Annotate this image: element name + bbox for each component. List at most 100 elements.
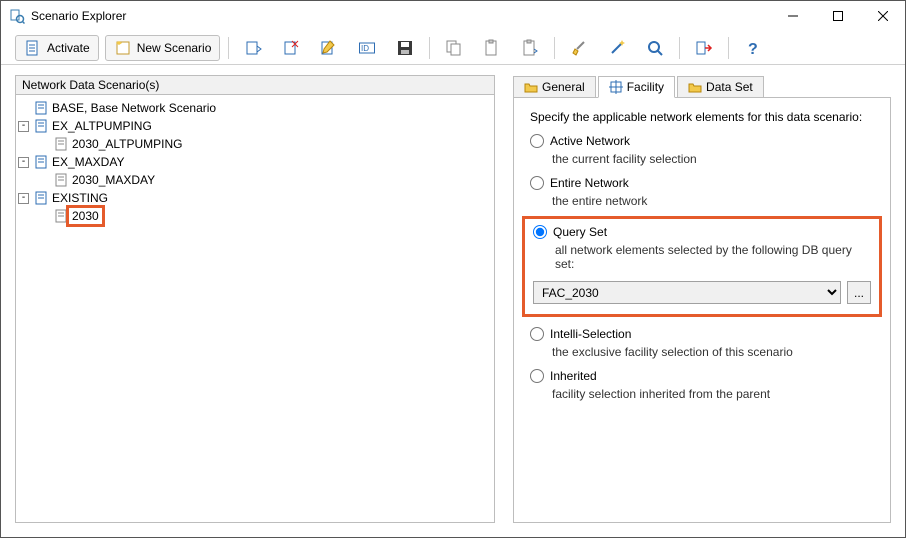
facility-tab-page: Specify the applicable network elements … bbox=[513, 97, 891, 523]
radio-entire-network[interactable]: Entire Network bbox=[530, 176, 874, 190]
toolbar-separator bbox=[228, 37, 229, 59]
maximize-button[interactable] bbox=[815, 1, 860, 31]
activate-icon bbox=[24, 39, 42, 57]
facility-intro: Specify the applicable network elements … bbox=[530, 110, 874, 124]
left-pane: Network Data Scenario(s) BASE, Base Netw… bbox=[15, 75, 495, 523]
radio-inherited[interactable]: Inherited bbox=[530, 369, 874, 383]
wand-button[interactable] bbox=[601, 35, 633, 61]
tree-node-base[interactable]: BASE, Base Network Scenario bbox=[18, 99, 492, 117]
scenario-icon bbox=[54, 137, 68, 151]
minimize-button[interactable] bbox=[770, 1, 815, 31]
save-button[interactable] bbox=[389, 35, 421, 61]
client-area: Network Data Scenario(s) BASE, Base Netw… bbox=[1, 65, 905, 537]
radio-entire-network-desc: the entire network bbox=[552, 194, 874, 208]
svg-text:ID: ID bbox=[361, 44, 369, 53]
app-icon bbox=[9, 8, 25, 24]
edit-button[interactable] bbox=[313, 35, 345, 61]
copy-icon bbox=[445, 39, 463, 57]
delete-icon bbox=[282, 39, 300, 57]
scenario-tree[interactable]: BASE, Base Network Scenario - EX_ALTPUMP… bbox=[15, 95, 495, 523]
radio-inherited-input[interactable] bbox=[530, 369, 544, 383]
search-icon bbox=[646, 39, 664, 57]
id-button[interactable]: ID bbox=[351, 35, 383, 61]
tab-general-label: General bbox=[542, 80, 585, 94]
folder-icon bbox=[524, 81, 538, 93]
brush-icon bbox=[570, 39, 588, 57]
radio-query-set[interactable]: Query Set bbox=[533, 225, 871, 239]
tree-collapse-icon[interactable]: - bbox=[18, 157, 29, 168]
radio-active-network[interactable]: Active Network bbox=[530, 134, 874, 148]
scenario-icon bbox=[34, 101, 48, 115]
tree-label: BASE, Base Network Scenario bbox=[50, 101, 218, 115]
help-button[interactable]: ? bbox=[737, 35, 769, 61]
search-button[interactable] bbox=[639, 35, 671, 61]
tree-node-existing[interactable]: - EXISTING bbox=[18, 189, 492, 207]
brush-button[interactable] bbox=[563, 35, 595, 61]
tab-facility[interactable]: Facility bbox=[598, 76, 675, 98]
dataset-icon bbox=[688, 81, 702, 93]
tree-label: EX_ALTPUMPING bbox=[50, 119, 154, 133]
close-button[interactable] bbox=[860, 1, 905, 31]
activate-button[interactable]: Activate bbox=[15, 35, 99, 61]
radio-entire-network-label: Entire Network bbox=[550, 176, 629, 190]
new-scenario-button[interactable]: New Scenario bbox=[105, 35, 221, 61]
radio-intelli-selection-label: Intelli-Selection bbox=[550, 327, 631, 341]
wand-icon bbox=[608, 39, 626, 57]
tabs: General Facility Data Set bbox=[513, 75, 891, 97]
tab-data-set[interactable]: Data Set bbox=[677, 76, 764, 98]
radio-intelli-selection-desc: the exclusive facility selection of this… bbox=[552, 345, 874, 359]
tab-facility-label: Facility bbox=[627, 80, 664, 94]
right-pane: General Facility Data Set Specify the ap… bbox=[513, 75, 891, 523]
radio-active-network-label: Active Network bbox=[550, 134, 630, 148]
paste-special-icon bbox=[521, 39, 539, 57]
id-icon: ID bbox=[358, 39, 376, 57]
toolbar-separator bbox=[679, 37, 680, 59]
tree-expander-blank bbox=[18, 103, 29, 114]
tree-node-2030-maxday[interactable]: 2030_MAXDAY bbox=[38, 171, 492, 189]
tree-node-2030[interactable]: 2030 bbox=[38, 207, 492, 225]
import-button[interactable] bbox=[237, 35, 269, 61]
left-pane-header: Network Data Scenario(s) bbox=[15, 75, 495, 95]
tree-label: 2030_MAXDAY bbox=[70, 173, 157, 187]
tree-expander-blank bbox=[38, 175, 49, 186]
tree-collapse-icon[interactable]: - bbox=[18, 121, 29, 132]
tree-expander-blank bbox=[38, 139, 49, 150]
activate-label: Activate bbox=[47, 41, 90, 55]
radio-entire-network-input[interactable] bbox=[530, 176, 544, 190]
save-icon bbox=[396, 39, 414, 57]
radio-query-set-label: Query Set bbox=[553, 225, 607, 239]
query-set-browse-button[interactable]: ... bbox=[847, 281, 871, 304]
tab-general[interactable]: General bbox=[513, 76, 596, 98]
radio-intelli-selection-input[interactable] bbox=[530, 327, 544, 341]
toolbar-separator bbox=[728, 37, 729, 59]
radio-query-set-input[interactable] bbox=[533, 225, 547, 239]
radio-active-network-input[interactable] bbox=[530, 134, 544, 148]
tree-collapse-icon[interactable]: - bbox=[18, 193, 29, 204]
query-set-combo-row: FAC_2030 ... bbox=[533, 281, 871, 304]
copy-button[interactable] bbox=[438, 35, 470, 61]
tree-node-ex-maxday[interactable]: - EX_MAXDAY bbox=[18, 153, 492, 171]
radio-query-set-desc: all network elements selected by the fol… bbox=[555, 243, 871, 271]
toolbar-separator bbox=[429, 37, 430, 59]
tree-label: 2030_ALTPUMPING bbox=[70, 137, 185, 151]
paste-button[interactable] bbox=[476, 35, 508, 61]
radio-intelli-selection[interactable]: Intelli-Selection bbox=[530, 327, 874, 341]
scenario-explorer-window: Scenario Explorer Activate New Scenario … bbox=[0, 0, 906, 538]
export-icon bbox=[695, 39, 713, 57]
toolbar: Activate New Scenario ID ? bbox=[1, 31, 905, 65]
toolbar-separator bbox=[554, 37, 555, 59]
window-title: Scenario Explorer bbox=[31, 9, 770, 23]
tree-node-ex-altpumping[interactable]: - EX_ALTPUMPING bbox=[18, 117, 492, 135]
tree-expander-blank bbox=[38, 211, 49, 222]
tab-dataset-label: Data Set bbox=[706, 80, 753, 94]
radio-inherited-desc: facility selection inherited from the pa… bbox=[552, 387, 874, 401]
export-button[interactable] bbox=[688, 35, 720, 61]
delete-button[interactable] bbox=[275, 35, 307, 61]
query-set-dropdown[interactable]: FAC_2030 bbox=[533, 281, 841, 304]
paste-special-button[interactable] bbox=[514, 35, 546, 61]
titlebar: Scenario Explorer bbox=[1, 1, 905, 31]
import-icon bbox=[244, 39, 262, 57]
svg-text:?: ? bbox=[748, 41, 758, 57]
tree-node-2030-altpumping[interactable]: 2030_ALTPUMPING bbox=[38, 135, 492, 153]
facility-icon bbox=[609, 80, 623, 94]
